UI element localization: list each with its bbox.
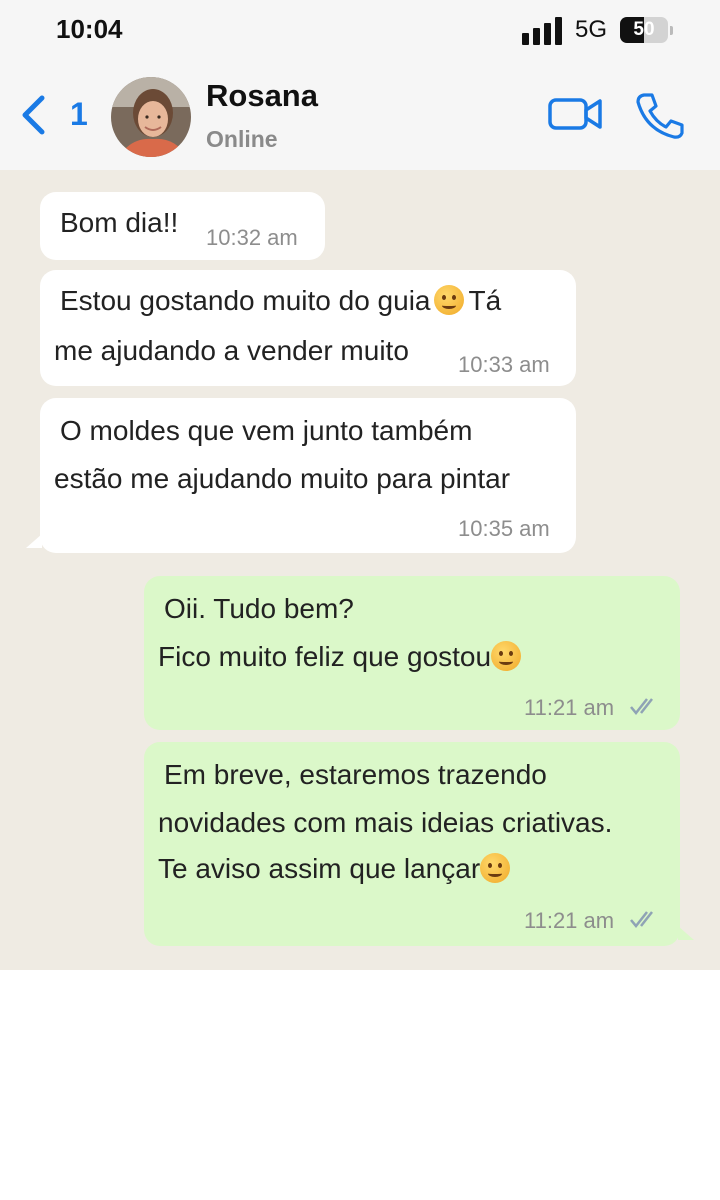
phone-icon — [636, 93, 684, 139]
unread-count: 1 — [70, 96, 88, 132]
back-button[interactable]: 1 — [14, 88, 94, 142]
winking-face-emoji — [480, 853, 511, 883]
message-bubble-outgoing[interactable]: Em breve, estaremos trazendo novidades c… — [144, 742, 680, 946]
message-time: 10:33 am — [458, 352, 550, 377]
message-bubble-outgoing[interactable]: Oii. Tudo bem? Fico muito feliz que gost… — [144, 576, 680, 730]
status-bar: 10:04 5G 50 — [0, 0, 720, 60]
message-text: Fico muito feliz que gostou — [158, 640, 525, 674]
message-line: estão me ajudando muito para pintar — [54, 463, 511, 494]
message-time: 11:21 am — [524, 908, 615, 933]
message-line: Estou gostando muito do guia — [60, 285, 431, 316]
bubble-tail — [26, 534, 42, 548]
message-line: Fico muito feliz que gostou — [158, 641, 492, 672]
message-line: Te aviso assim que lançar — [158, 853, 481, 884]
network-type: 5G — [575, 16, 608, 43]
message-text: Te aviso assim que lançar — [158, 852, 514, 886]
message-bubble-incoming[interactable]: O moldes que vem junto também estão me a… — [40, 398, 576, 553]
message-line: novidades com mais ideias criativas. — [158, 807, 613, 838]
status-time: 10:04 — [56, 14, 123, 44]
message-text: Estou gostando muito do guia Tá — [60, 284, 501, 318]
avatar-image — [111, 77, 191, 157]
message-time: 10:35 am — [458, 516, 550, 541]
message-line: me ajudando a vender muito — [54, 335, 409, 366]
hugging-face-emoji — [434, 285, 465, 315]
signal-strength-icon — [522, 17, 566, 45]
chat-area: Bom dia!! 10:32 am Estou gostando muito … — [0, 170, 720, 970]
video-camera-icon — [548, 98, 602, 130]
message-bubble-incoming[interactable]: Estou gostando muito do guia Tá me ajudan… — [40, 270, 576, 386]
message-line: Tá — [468, 285, 502, 316]
bubble-tail — [678, 926, 694, 940]
double-check-read-icon — [630, 698, 653, 715]
battery-level: 50 — [633, 19, 655, 40]
message-time: 11:21 am — [524, 695, 615, 720]
double-check-read-icon — [630, 911, 653, 928]
video-call-button[interactable] — [546, 92, 606, 136]
voice-call-button[interactable] — [632, 90, 686, 140]
contact-name[interactable]: Rosana — [206, 78, 318, 114]
message-line: Oii. Tudo bem? — [164, 593, 354, 624]
message-time: 10:32 am — [206, 225, 298, 250]
message-text: Bom dia!! — [60, 207, 179, 238]
battery-icon: 50 — [620, 17, 668, 43]
message-bubble-incoming[interactable]: Bom dia!! 10:32 am — [40, 192, 325, 260]
contact-status: Online — [206, 126, 278, 152]
chat-header: 1 Rosana Online — [0, 60, 720, 170]
chevron-left-icon — [22, 95, 45, 135]
message-line: Em breve, estaremos trazendo — [164, 759, 547, 790]
message-line: O moldes que vem junto também — [60, 415, 473, 446]
battery-cap — [670, 26, 673, 35]
smiling-face-with-hearts-emoji — [491, 641, 522, 671]
avatar[interactable] — [111, 77, 191, 157]
